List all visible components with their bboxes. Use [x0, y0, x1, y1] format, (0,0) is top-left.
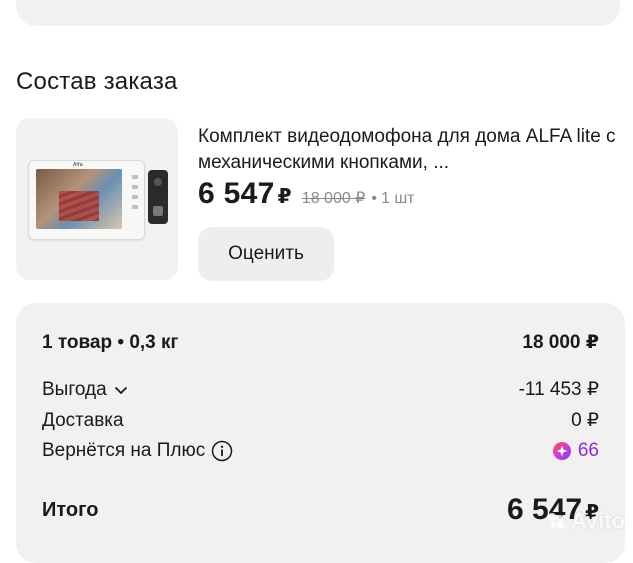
summary-benefit-row[interactable]: Выгода -11 453 ₽	[42, 378, 599, 401]
intercom-monitor-image: Alfa	[28, 160, 145, 240]
avito-logo-icon	[547, 513, 564, 529]
cashback-value: 66	[577, 440, 599, 461]
cashback-value-group: 66	[552, 440, 599, 462]
items-value: 18 000 ₽	[522, 332, 599, 353]
cashback-label: Вернётся на Плюс	[42, 440, 206, 461]
delivery-value: 0 ₽	[571, 410, 599, 431]
summary-delivery-row: Доставка 0 ₽	[42, 409, 599, 432]
previous-card	[16, 0, 620, 26]
delivery-label: Доставка	[42, 409, 124, 431]
order-summary: 1 товар • 0,3 кг 18 000 ₽ Выгода -11 453…	[16, 303, 625, 563]
info-icon[interactable]	[211, 440, 233, 462]
rate-button[interactable]: Оценить	[198, 227, 334, 281]
benefit-label: Выгода	[42, 378, 107, 400]
section-title: Состав заказа	[16, 68, 178, 95]
camera-lens	[154, 178, 162, 186]
product-name[interactable]: Комплект видеодомофона для дома ALFA lit…	[198, 124, 618, 176]
benefit-value: -11 453 ₽	[518, 379, 599, 400]
monitor-brand: Alfa	[73, 162, 83, 168]
outdoor-panel-image	[148, 170, 168, 224]
chevron-down-icon	[114, 386, 127, 394]
benefit-toggle[interactable]: Выгода	[42, 379, 129, 401]
avito-watermark: Avito	[545, 508, 625, 534]
summary-total-row: Итого 6 547 ₽	[42, 493, 599, 527]
price-row: 6 547 ₽ 18 000 ₽ • 1 шт	[198, 177, 414, 211]
old-price: 18 000 ₽	[301, 190, 366, 207]
monitor-buttons	[132, 175, 138, 215]
current-price: 6 547 ₽	[198, 177, 292, 210]
watermark-text: Avito	[570, 508, 625, 533]
product-image[interactable]: Alfa	[16, 118, 178, 280]
screen-stairs	[59, 191, 99, 221]
summary-cashback-row: Вернётся на Плюс 66	[42, 440, 599, 462]
quantity: 1 шт	[380, 190, 415, 207]
plus-points-icon	[552, 442, 571, 460]
total-label: Итого	[42, 498, 99, 521]
call-button-shape	[153, 206, 163, 216]
separator-dot: •	[371, 190, 377, 207]
items-label: 1 товар • 0,3 кг	[42, 331, 179, 353]
summary-items-row: 1 товар • 0,3 кг 18 000 ₽	[42, 331, 599, 354]
cashback-label-group: Вернётся на Плюс	[42, 440, 233, 462]
